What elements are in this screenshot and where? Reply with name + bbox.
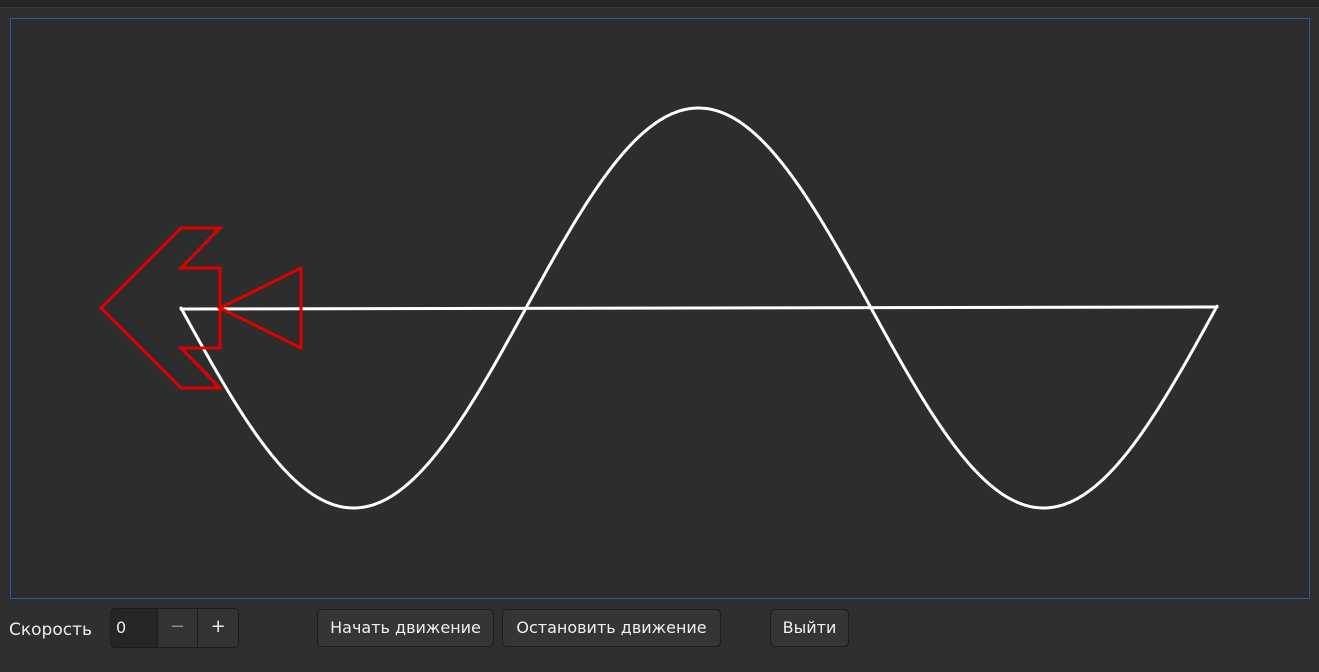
exit-button[interactable]: Выйти [770,609,849,647]
speed-label: Скорость [9,620,92,640]
speed-value-field[interactable]: 0 [111,609,157,647]
speed-increment-button[interactable]: + [197,609,238,647]
speed-decrement-button[interactable]: − [156,609,198,647]
start-movement-button[interactable]: Начать движение [317,609,494,647]
horizontal-axis-line [179,305,1219,311]
window-top-bar [0,0,1319,8]
drawing-canvas [10,18,1310,599]
control-panel: Скорость 0 − + Начать движение Остановит… [0,606,1319,672]
stop-movement-button[interactable]: Остановить движение [502,609,721,647]
canvas-svg [98,106,1219,510]
speed-spinbox[interactable]: 0 − + [110,608,239,648]
